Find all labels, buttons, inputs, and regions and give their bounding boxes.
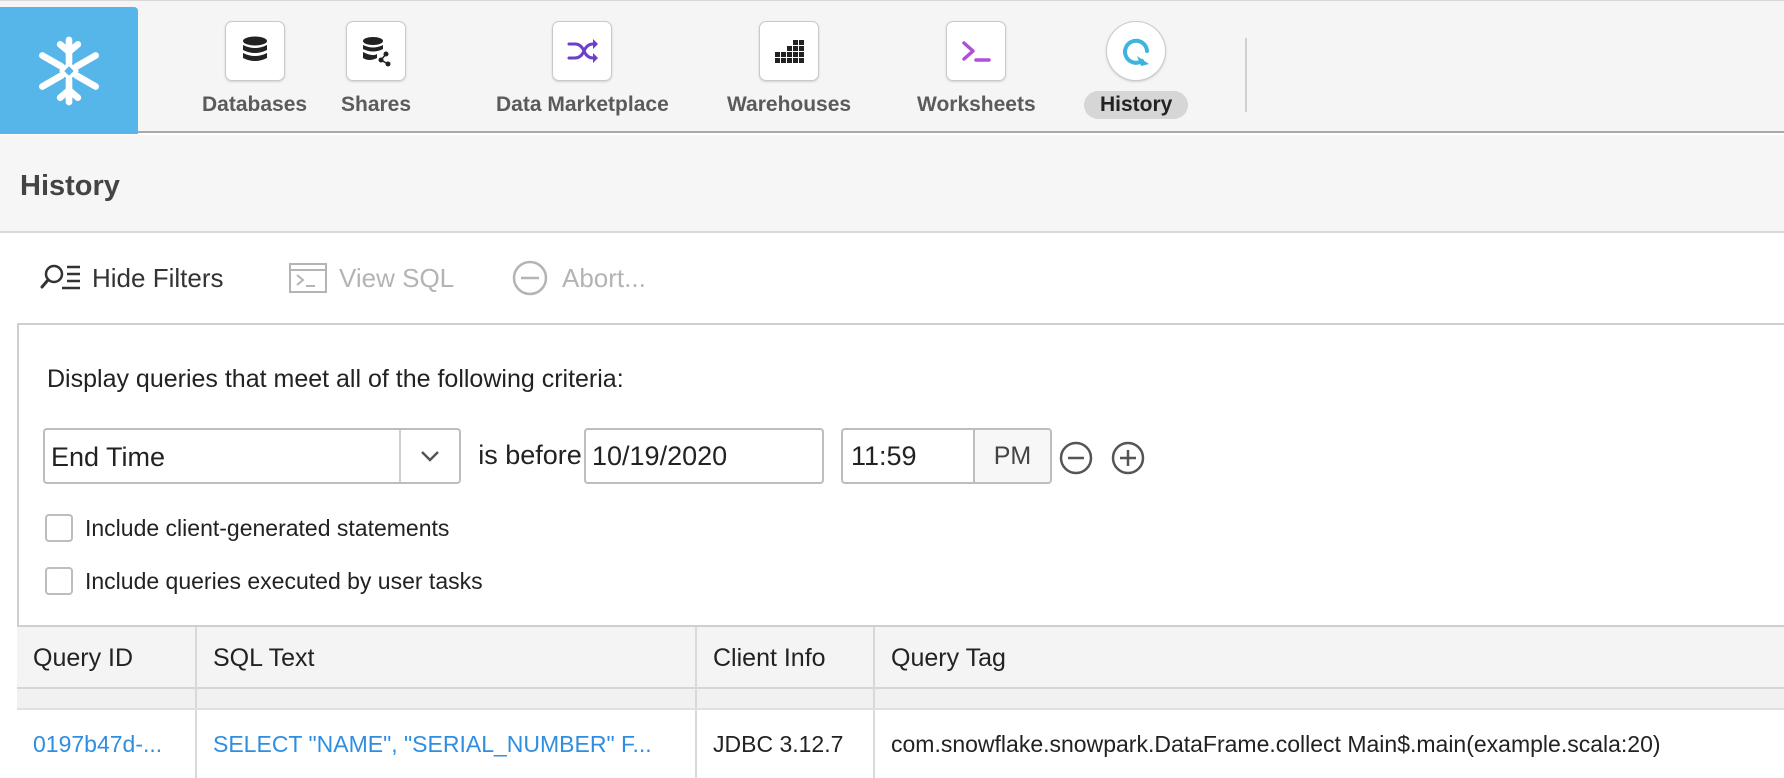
minus-circle-icon (1059, 441, 1093, 475)
dropdown-toggle[interactable] (399, 430, 459, 482)
view-sql-button[interactable]: View SQL (287, 259, 454, 297)
add-criteria-button[interactable] (1110, 440, 1146, 476)
history-refresh-icon (1123, 38, 1150, 66)
column-header-query-tag[interactable]: Query Tag (875, 627, 1784, 689)
sql-text-link[interactable]: SELECT "NAME", "SERIAL_NUMBER" F... (197, 710, 697, 778)
terminal-window-icon (289, 263, 327, 293)
nav-divider (1245, 38, 1247, 112)
page-title: History (20, 170, 120, 202)
checkbox-label: Include client-generated statements (85, 514, 450, 541)
query-id-link[interactable]: 0197b47d-... (17, 710, 197, 778)
plus-circle-icon (1111, 441, 1145, 475)
hide-filters-button[interactable]: Hide Filters (40, 259, 223, 297)
abort-label: Abort... (562, 262, 646, 293)
nav-label: Shares (341, 93, 412, 116)
table-header: Query ID SQL Text Client Info Query Tag (17, 625, 1784, 689)
nav-label: Data Marketplace (496, 93, 669, 116)
criteria-text: Display queries that meet all of the fol… (47, 365, 624, 393)
toolbar: Hide Filters View SQL Abort... (0, 235, 1784, 325)
user-tasks-checkbox-row[interactable]: Include queries executed by user tasks (45, 567, 483, 595)
column-header-query-id[interactable]: Query ID (17, 627, 197, 689)
nav-label: Warehouses (727, 93, 852, 116)
abort-button[interactable]: Abort... (510, 259, 646, 297)
nav-tile (759, 21, 820, 81)
time-picker: PM (824, 428, 1054, 484)
nav-item-databases[interactable]: Databases (186, 21, 323, 119)
user-tasks-checkbox[interactable] (45, 567, 73, 595)
client-generated-checkbox[interactable] (45, 514, 73, 542)
nav-tile (946, 21, 1007, 81)
nav-tile (1106, 21, 1167, 81)
nav-item-history[interactable]: History (1084, 21, 1189, 119)
nav-tile (346, 21, 407, 81)
nav-tile (552, 21, 613, 81)
nav-label: History (1084, 91, 1189, 119)
column-header-sql-text[interactable]: SQL Text (197, 627, 697, 689)
warehouse-grid-icon (775, 40, 805, 63)
top-navigation-bar: Databases Shares Data Marketplace Wareho… (0, 0, 1784, 134)
nav-label: Databases (202, 93, 308, 116)
nav-item-shares[interactable]: Shares (325, 21, 427, 119)
hide-filters-label: Hide Filters (92, 262, 224, 293)
ampm-toggle[interactable]: PM (973, 428, 1052, 484)
snowflake-logo[interactable] (0, 7, 138, 134)
nav-item-warehouses[interactable]: Warehouses (711, 21, 867, 119)
view-sql-label: View SQL (339, 262, 455, 293)
client-info-cell: JDBC 3.12.7 (697, 710, 875, 778)
time-input[interactable] (841, 428, 975, 484)
page-header: History (0, 135, 1784, 233)
filter-operator: is before (478, 440, 582, 470)
filter-field-value: End Time (51, 442, 166, 472)
nav-label: Worksheets (917, 93, 1036, 116)
table-row[interactable]: 0197b47d-... SELECT "NAME", "SERIAL_NUMB… (17, 710, 1784, 778)
database-icon (242, 36, 267, 61)
column-header-client-info[interactable]: Client Info (697, 627, 875, 689)
share-database-icon (363, 37, 391, 67)
filter-panel: Display queries that meet all of the fol… (17, 323, 1784, 625)
remove-criteria-button[interactable] (1058, 440, 1094, 476)
table-row-partial (17, 689, 1784, 710)
minus-circle-icon (512, 260, 548, 296)
search-filter-icon (40, 264, 80, 290)
date-input[interactable] (584, 428, 824, 484)
client-generated-checkbox-row[interactable]: Include client-generated statements (45, 514, 449, 542)
nav-item-data-marketplace[interactable]: Data Marketplace (480, 21, 685, 119)
results-table: Query ID SQL Text Client Info Query Tag … (17, 625, 1784, 778)
snowflake-icon (39, 36, 99, 105)
nav-item-worksheets[interactable]: Worksheets (901, 21, 1052, 119)
nav-tile (224, 21, 285, 81)
checkbox-label: Include queries executed by user tasks (85, 567, 483, 594)
chevron-down-icon (421, 451, 439, 462)
query-tag-cell: com.snowflake.snowpark.DataFrame.collect… (891, 730, 1661, 757)
terminal-icon (962, 41, 992, 62)
filter-field-select[interactable]: End Time (43, 428, 461, 484)
shuffle-icon (567, 39, 599, 63)
